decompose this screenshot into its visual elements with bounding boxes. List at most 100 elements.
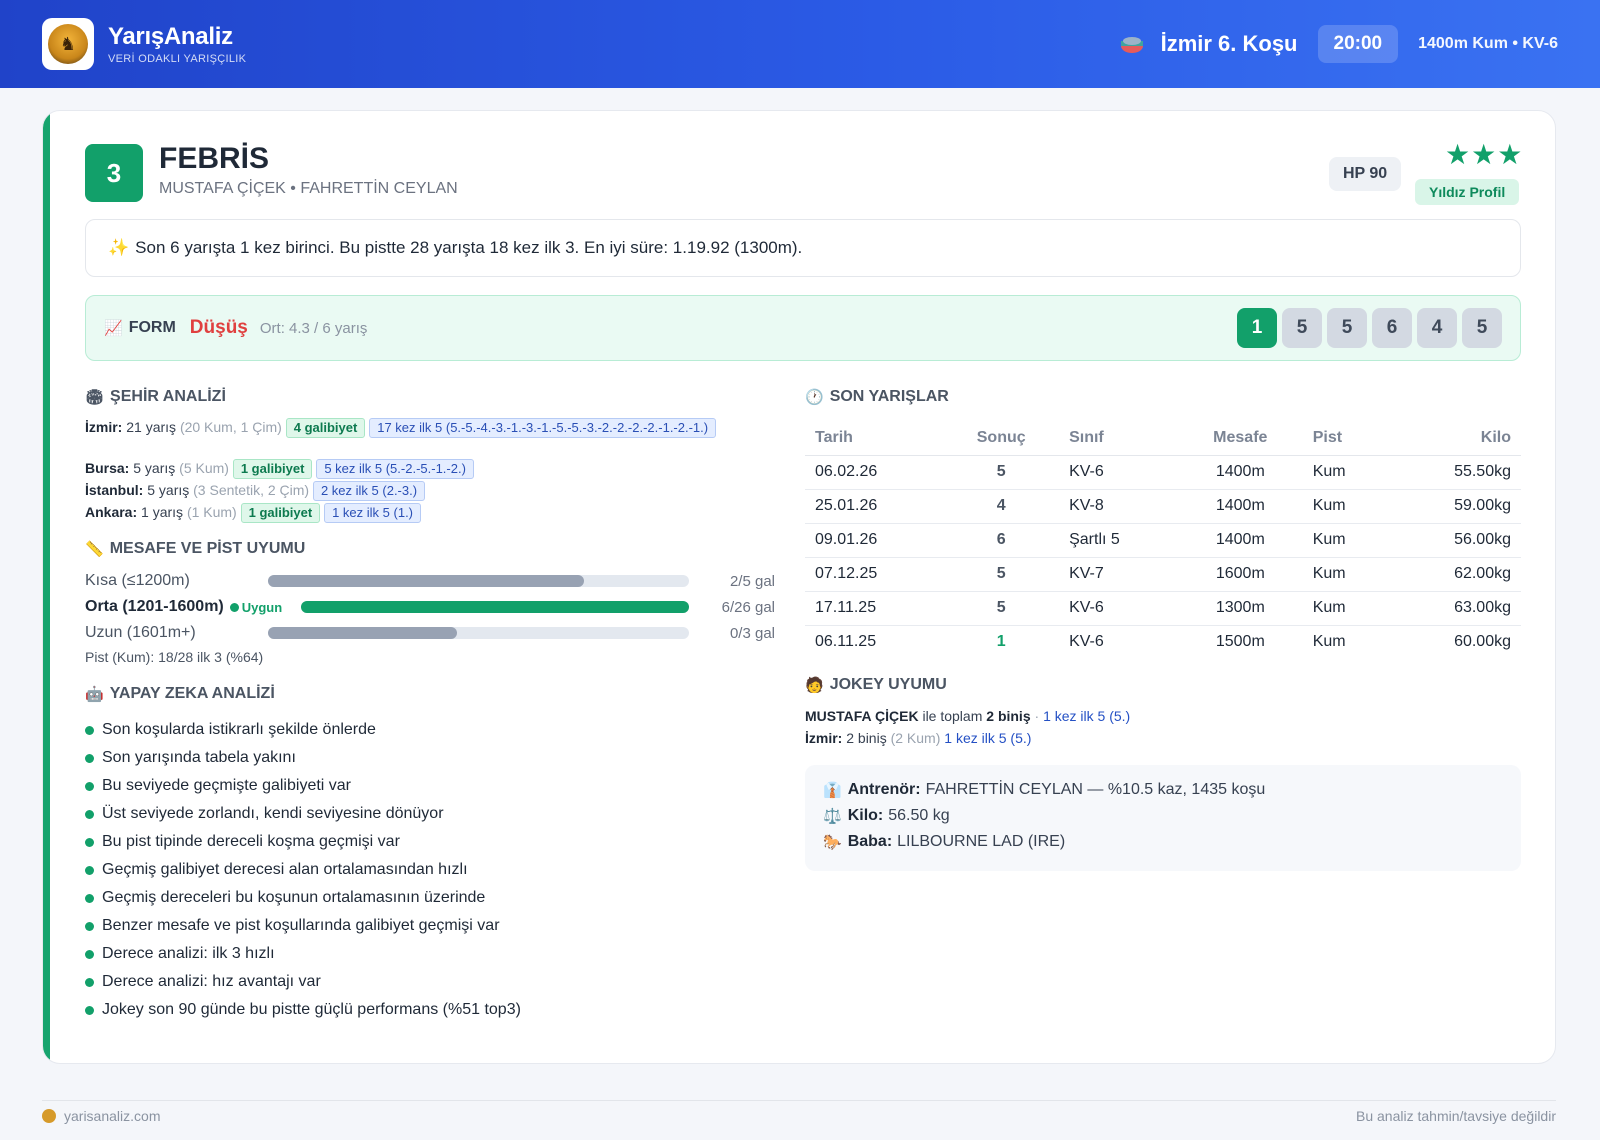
city-row-istanbul: İstanbul: 5 yarış (3 Sentetik, 2 Çim) 2 … (85, 480, 785, 501)
distance-row-medium: Orta (1201-1600m) Uygun 6/26 gal (85, 595, 775, 619)
city-races: 5 yarış (133, 460, 176, 476)
brand-logo[interactable]: ♞ (42, 18, 94, 70)
horse-info-box: 👔 Antrenör: FAHRETTİN CEYLAN — %10.5 kaz… (805, 765, 1521, 871)
weight-value: 56.50 kg (888, 807, 950, 824)
jokey-city-detail: (2 Kum) (890, 730, 941, 746)
jokey-total-line: MUSTAFA ÇİÇEK ile toplam 2 biniş · 1 kez… (805, 705, 1130, 727)
table-row[interactable]: 25.01.26 4 KV-8 1400m Kum 59.00kg (805, 488, 1521, 523)
table-row[interactable]: 09.01.26 6 Şartlı 5 1400m Kum 56.00kg (805, 522, 1521, 557)
distance-value: 6/26 gal (721, 598, 775, 616)
recent-races-title-text: SON YARIŞLAR (829, 388, 949, 405)
city-analysis-title: 🏟 ŞEHİR ANALİZİ (85, 388, 226, 406)
city-name: Ankara: (85, 504, 138, 520)
recent-races-table: Tarih Sonuç Sınıf Mesafe Pist Kilo 06.02… (805, 421, 1521, 659)
form-chip: 6 (1372, 308, 1412, 348)
list-item: Derece analizi: hız avantajı var (85, 968, 521, 996)
jokey-text: ile toplam (922, 708, 983, 724)
city-detail: (1 Kum) (186, 504, 237, 520)
race-distance: 1500m (1177, 624, 1303, 659)
trainer-line: 👔 Antrenör: FAHRETTİN CEYLAN — %10.5 kaz… (823, 777, 1503, 803)
race-track: Kum (1302, 522, 1392, 557)
race-date: 06.11.25 (805, 624, 944, 659)
horse-card: 3 FEBRİS MUSTAFA ÇİÇEK • FAHRETTİN CEYLA… (42, 110, 1556, 1064)
top5-tag: 17 kez ilk 5 (5.-5.-4.-3.-1.-3.-1.-5.-5.… (369, 418, 717, 438)
distance-label: Kısa (≤1200m) (85, 572, 190, 589)
city-row-izmir: İzmir: 21 yarış (20 Kum, 1 Çim) 4 galibi… (85, 417, 785, 438)
form-chip: 5 (1282, 308, 1322, 348)
race-time: 20:00 (1317, 25, 1399, 63)
distance-bar-fill (268, 575, 584, 587)
race-date: 06.02.26 (815, 463, 878, 480)
suitable-badge: Uygun (230, 600, 282, 615)
race-date: 09.01.26 (805, 522, 944, 557)
summary-box: ✨ Son 6 yarışta 1 kez birinci. Bu pistte… (85, 219, 1521, 277)
table-row[interactable]: 06.11.25 1 KV-6 1500m Kum 60.00kg (805, 624, 1521, 659)
distance-row-long: Uzun (1601m+) 0/3 gal (85, 621, 775, 645)
race-track: Kum (1302, 590, 1392, 625)
clock-icon: 🕐 (805, 389, 824, 406)
race-track: Kum (1312, 463, 1346, 480)
summary-text: Son 6 yarışta 1 kez birinci. Bu pistte 2… (135, 238, 803, 257)
race-weight: 60.00kg (1391, 624, 1521, 659)
distance-bar (268, 627, 689, 639)
race-distance: 1400m (1177, 522, 1303, 557)
ai-analysis-title: 🤖 YAPAY ZEKA ANALİZİ (85, 685, 275, 703)
form-chip: 4 (1417, 308, 1457, 348)
race-weight: 59.00kg (1391, 488, 1521, 523)
distance-label: Orta (1201-1600m) (85, 598, 224, 615)
city-row-bursa: Bursa: 5 yarış (5 Kum) 1 galibiyet 5 kez… (85, 458, 785, 479)
stadium-icon: 🏟 (85, 389, 105, 406)
table-row[interactable]: 06.02.26 5 KV-6 1400m Kum 55.50kg (805, 455, 1521, 489)
distance-bar-fill (268, 627, 458, 639)
footer-site[interactable]: yarisanaliz.com (42, 1108, 160, 1124)
list-item: Derece analizi: ilk 3 hızlı (85, 940, 521, 968)
jokey-city: İzmir: (805, 730, 843, 746)
race-track: Kum (1302, 624, 1392, 659)
table-row[interactable]: 07.12.25 5 KV-7 1600m Kum 62.00kg (805, 556, 1521, 591)
wins-tag: 1 galibiyet (240, 503, 321, 523)
distance-row-short: Kısa (≤1200m) 2/5 gal (85, 569, 775, 593)
separator: · (1034, 708, 1040, 724)
list-item: Bu seviyede geçmişte galibiyeti var (85, 772, 521, 800)
race-meta: 1400m Kum • KV-6 (1418, 35, 1558, 52)
form-trend: Düşüş (189, 317, 248, 338)
pist-summary: Pist (Kum): 18/28 ilk 3 (%64) (85, 649, 264, 665)
horse-number: 3 (85, 144, 143, 202)
race-class: KV-6 (1069, 463, 1104, 480)
jokey-city-rides: 2 biniş (846, 730, 887, 746)
race-class: KV-6 (1059, 624, 1178, 659)
column-header: Kilo (1391, 421, 1521, 456)
footer-site-text: yarisanaliz.com (64, 1108, 161, 1124)
list-item: Üst seviyede zorlandı, kendi seviyesine … (85, 800, 521, 828)
race-class: Şartlı 5 (1059, 522, 1178, 557)
race-distance: 1600m (1177, 556, 1303, 591)
wins-tag: 1 galibiyet (232, 459, 313, 479)
trainer-label: Antrenör: (847, 781, 921, 798)
footer-divider (42, 1100, 1556, 1101)
jokey-title: 🧑 JOKEY UYUMU (805, 676, 947, 694)
form-results: 1 5 5 6 4 5 (1232, 308, 1502, 348)
race-result: 4 (943, 488, 1060, 523)
scale-icon: ⚖️ (823, 808, 842, 825)
logo-icon (42, 1109, 56, 1123)
jokey-info: MUSTAFA ÇİÇEK ile toplam 2 biniş · 1 kez… (805, 705, 1130, 749)
distance-bar (301, 601, 689, 613)
race-weight: 62.00kg (1391, 556, 1521, 591)
city-races: 1 yarış (141, 504, 184, 520)
city-detail: (5 Kum) (179, 460, 229, 476)
horse-name: FEBRİS (159, 142, 270, 175)
jokey-top5: 1 kez ilk 5 (5.) (1043, 708, 1131, 724)
form-chip: 5 (1327, 308, 1367, 348)
list-item: Son koşularda istikrarlı şekilde önlerde (85, 716, 521, 744)
race-result: 5 (943, 590, 1060, 625)
city-analysis-title-text: ŞEHİR ANALİZİ (110, 388, 226, 405)
race-result: 5 (996, 463, 1006, 480)
city-name: Bursa: (85, 460, 130, 476)
column-header: Sonuç (943, 421, 1060, 456)
trainer-value: FAHRETTİN CEYLAN — %10.5 kaz, 1435 koşu (925, 781, 1266, 798)
form-chip: 5 (1462, 308, 1502, 348)
table-row[interactable]: 17.11.25 5 KV-6 1300m Kum 63.00kg (805, 590, 1521, 625)
distance-title: 📏 MESAFE VE PİST UYUMU (85, 540, 305, 558)
race-class: KV-8 (1059, 488, 1178, 523)
city-detail: (20 Kum, 1 Çim) (179, 419, 282, 435)
